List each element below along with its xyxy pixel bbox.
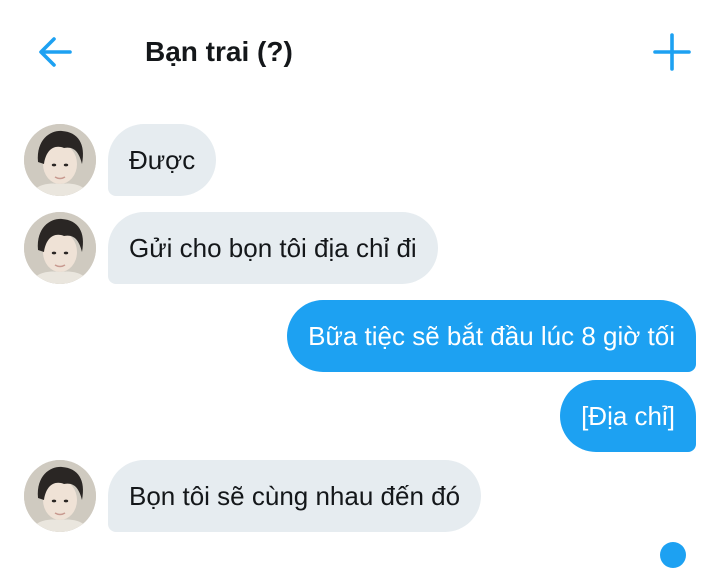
avatar[interactable] — [24, 212, 96, 284]
message-bubble-incoming[interactable]: Bọn tôi sẽ cùng nhau đến đó — [108, 460, 482, 532]
message-bubble-outgoing[interactable]: [Địa chỉ] — [560, 380, 696, 452]
avatar[interactable] — [24, 460, 96, 532]
avatar-photo-icon — [24, 212, 96, 284]
message-bubble-incoming[interactable]: Gửi cho bọn tôi địa chỉ đi — [108, 212, 438, 284]
plus-icon — [653, 33, 691, 71]
back-button[interactable] — [36, 32, 76, 72]
avatar[interactable] — [24, 124, 96, 196]
add-button[interactable] — [650, 30, 694, 74]
avatar-photo-icon — [24, 460, 96, 532]
avatar-photo-icon — [24, 124, 96, 196]
message-bubble-outgoing[interactable]: Bữa tiệc sẽ bắt đầu lúc 8 giờ tối — [287, 300, 696, 372]
conversation-header: Bạn trai (?) — [0, 0, 720, 104]
status-dot — [660, 542, 686, 568]
conversation-title: Bạn trai (?) — [145, 36, 293, 67]
message-bubble-incoming[interactable]: Được — [108, 124, 217, 196]
arrow-left-icon — [39, 37, 72, 67]
